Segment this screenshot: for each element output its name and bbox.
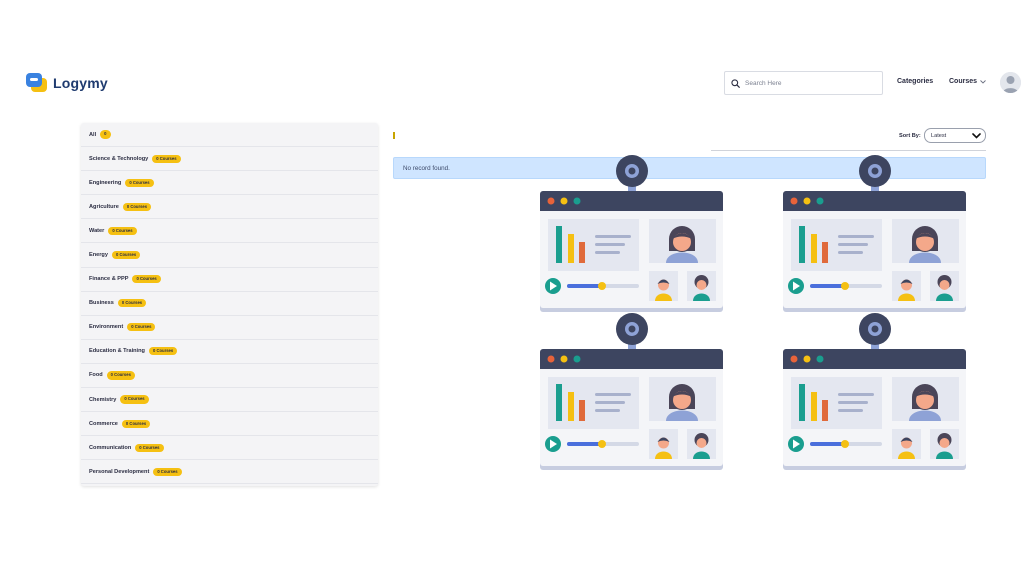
course-count-badge: 0 Courses (121, 419, 151, 428)
sidebar-category-item[interactable]: Science & Technology 0 Courses (81, 147, 378, 172)
video-conference-illustration (783, 155, 966, 312)
video-conference-illustration (540, 313, 723, 470)
video-conference-illustration (540, 155, 723, 312)
category-label: All (89, 131, 97, 138)
course-count-badge: 0 Courses (132, 275, 161, 284)
sort-selected-value: Latest (931, 132, 947, 139)
search-icon (731, 78, 740, 88)
nav-categories[interactable]: Categories (897, 78, 933, 85)
search-input[interactable] (745, 79, 865, 87)
course-count-badge: 0 Courses (106, 371, 135, 380)
sort-label: Sort By: (899, 133, 921, 139)
sidebar-category-item[interactable]: Energy 0 Courses (81, 243, 378, 268)
course-count-badge: 0 Courses (120, 395, 149, 404)
category-label: Agriculture (89, 203, 119, 210)
course-count-badge: 0 Courses (135, 443, 164, 452)
course-count-badge: 0 Courses (152, 154, 181, 163)
course-count-badge: 0 Courses (125, 178, 154, 187)
divider (711, 150, 986, 151)
logo-icon (26, 73, 47, 92)
category-sidebar: All 0 Science & Technology 0 Courses Enginee… (81, 123, 378, 486)
category-label: Environment (89, 324, 124, 331)
sidebar-category-item[interactable]: Food 0 Courses (81, 364, 378, 389)
category-label: Food (89, 372, 103, 379)
category-label: Finance & PPP (89, 276, 129, 283)
category-label: Chemistry (89, 396, 117, 403)
sidebar-category-item[interactable]: Chemistry 0 Courses (81, 388, 378, 413)
search-box[interactable] (724, 71, 883, 95)
course-count-badge: 0 Courses (148, 347, 178, 356)
chevron-down-icon (980, 79, 986, 84)
logo-text: Logymy (53, 75, 108, 91)
category-label: Energy (89, 252, 108, 259)
category-label: Engineering (89, 179, 122, 186)
category-label: Water (89, 227, 105, 234)
empty-message: No record found. (403, 164, 450, 172)
course-count-badge: 0 Courses (111, 250, 141, 260)
video-conference-illustration (783, 313, 966, 470)
sort-select[interactable]: Latest (924, 128, 986, 143)
sidebar-category-item[interactable]: Communication 0 Courses (81, 436, 378, 461)
user-avatar[interactable] (1000, 72, 1021, 93)
category-label: Communication (89, 444, 132, 451)
category-label: Personal Development (89, 468, 150, 475)
course-count-badge: 0 Courses (122, 202, 152, 211)
sidebar-category-item[interactable]: Business 0 Courses (81, 292, 378, 316)
sidebar-category-item[interactable]: Engineering 0 Courses (81, 171, 378, 196)
category-label: Business (89, 300, 114, 307)
category-label: Commerce (89, 420, 118, 427)
nav-courses-label: Courses (949, 78, 978, 85)
sidebar-category-item[interactable]: All 0 (81, 123, 378, 148)
course-count-badge: 0 Courses (153, 467, 182, 476)
sidebar-category-item[interactable]: Education & Training 0 Courses (81, 340, 378, 364)
course-count-badge: 0 (100, 130, 111, 139)
sidebar-category-item[interactable]: Commerce 0 Courses (81, 412, 378, 437)
sidebar-category-item[interactable]: Water 0 Courses (81, 219, 378, 244)
user-icon (1000, 72, 1021, 93)
sidebar-category-item[interactable]: Personal Development 0 Courses (81, 460, 378, 485)
sidebar-category-item[interactable]: Finance & PPP 0 Courses (81, 268, 378, 292)
category-label: Science & Technology (89, 155, 149, 162)
course-count-badge: 0 Courses (117, 299, 147, 308)
chevron-down-icon (972, 132, 981, 139)
sidebar-category-item[interactable]: Agriculture 0 Courses (81, 195, 378, 220)
sidebar-category-item[interactable]: Environment 0 Courses (81, 316, 378, 340)
nav-categories-label: Categories (897, 78, 934, 85)
logo[interactable]: Logymy (25, 72, 108, 94)
course-count-badge: 0 Courses (127, 323, 156, 332)
nav-courses[interactable]: Courses (949, 78, 986, 85)
category-label: Education & Training (89, 348, 145, 355)
course-count-badge: 0 Courses (108, 226, 137, 236)
section-marker (393, 132, 395, 139)
